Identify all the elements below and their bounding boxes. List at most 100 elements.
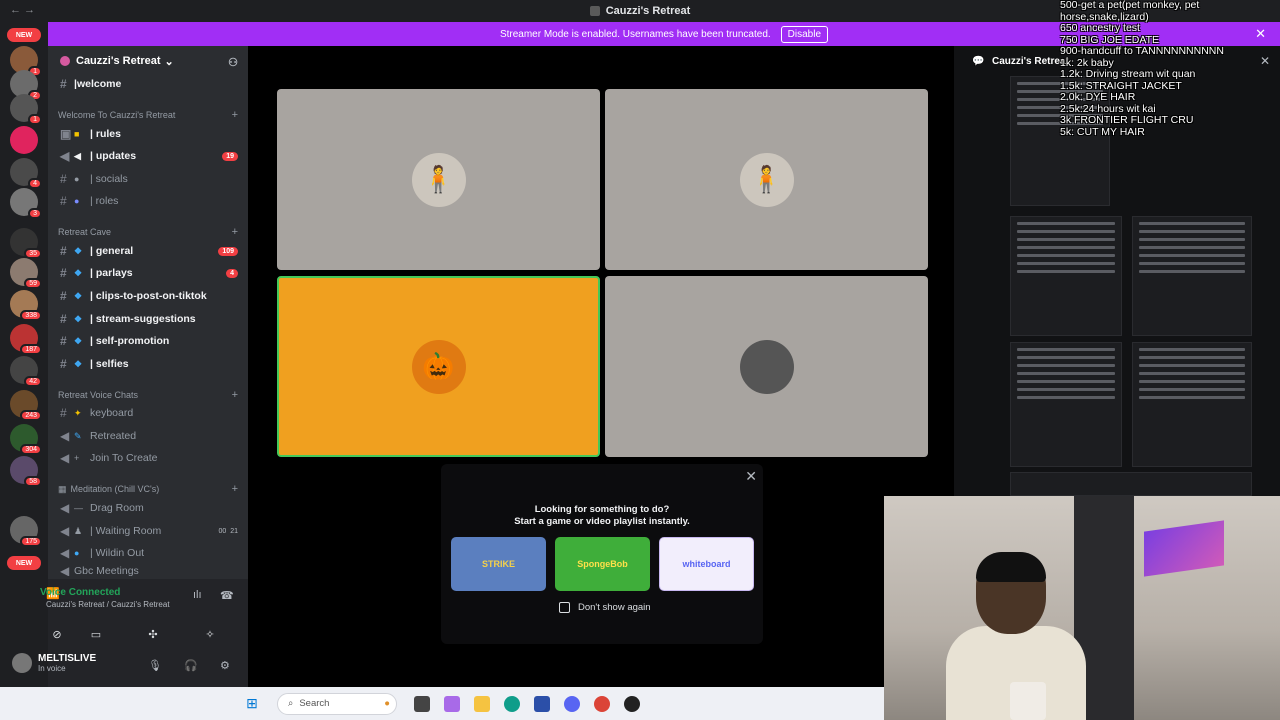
dont-show-again-checkbox[interactable]: Don't show again [559,602,651,613]
speaker-icon: ◀ [60,451,70,465]
headphones-icon[interactable]: 🎧 [184,659,198,672]
image-attachment[interactable] [1010,216,1122,336]
cup [1010,682,1046,720]
copilot-icon[interactable] [444,695,460,712]
channel-updates[interactable]: ◀ ◀ | updates 19 [60,146,240,166]
taskbar-search[interactable]: ⌕ Search ● [277,692,397,715]
server-icon[interactable]: 3 [10,188,42,219]
channel-label: | general [90,245,134,257]
voice-channel-retreated[interactable]: ◀ ✎ Retreated [60,426,240,446]
channel-selfies[interactable]: # ❖ | selfies [60,354,240,374]
category-voice-chats[interactable]: Retreat Voice Chats + [58,389,240,401]
plus-icon: + [74,453,80,463]
goal-line: 500-get a pet(pet monkey, pet horse,snak… [1060,0,1200,23]
server-icon[interactable]: 42 [10,356,42,387]
activities-button[interactable]: ✣ [132,623,174,645]
user-area[interactable]: MELTISLIVE In voice [12,653,96,673]
add-channel-icon[interactable]: + [232,226,238,238]
server-icon[interactable]: 243 [10,390,42,421]
category-label: Meditation (Chill VC's) [70,484,160,494]
unread-badge: 109 [218,246,238,256]
add-channel-icon[interactable]: + [232,483,238,495]
activity-card-strike[interactable]: STRIKE [451,537,546,591]
voice-channel-wildin-out[interactable]: ◀ ● | Wildin Out [60,543,240,563]
hash-icon: # [60,77,67,91]
unread-badge: 4 [226,268,238,278]
server-icon[interactable]: 1 [10,94,42,125]
chrome-icon[interactable] [594,695,610,712]
category-welcome[interactable]: Welcome To Cauzzi's Retreat + [58,109,240,121]
category-retreat-cave[interactable]: Retreat Cave + [58,226,240,238]
channel-roles[interactable]: # ● | roles [60,191,240,211]
edge-icon[interactable] [504,695,520,712]
hash-icon: # [60,266,67,280]
close-icon[interactable]: ✕ [745,468,757,485]
channel-stream-suggestions[interactable]: # ❖ | stream-suggestions [60,309,240,329]
add-member-icon[interactable]: ⚇ [228,56,238,69]
nav-arrows[interactable]: ← → [10,4,35,16]
voice-location: Cauzzi's Retreat / Cauzzi's Retreat [46,600,170,609]
channel-clips[interactable]: # ❖ | clips-to-post-on-tiktok [60,286,240,306]
speaker-icon: ◀ [60,501,70,515]
windows-start-icon[interactable]: ⊞ [244,695,260,712]
channel-welcome[interactable]: # |welcome [60,74,240,94]
server-icon[interactable]: 175 [10,516,42,547]
activity-card-spongebob[interactable]: SpongeBob [555,537,650,591]
soundboard-icon[interactable]: ılı [193,589,202,601]
image-attachment[interactable] [1132,342,1252,467]
mention-badge: 42 [24,376,42,387]
guild-header[interactable]: Cauzzi's Retreat ⌄ ⚇ [48,46,248,76]
activity-subheading: Start a game or video playlist instantly… [514,516,690,527]
screen-share-button[interactable]: ▭ [75,623,117,645]
activity-card-whiteboard[interactable]: whiteboard [659,537,754,591]
channel-socials[interactable]: # ● | socials [60,169,240,189]
video-tile[interactable]: 🧍 [605,89,928,270]
disable-button[interactable]: Disable [780,25,829,43]
voice-channel-drag-room[interactable]: ◀ — Drag Room [60,498,240,518]
server-icon[interactable]: 304 [10,424,42,455]
settings-icon[interactable]: ⚙ [220,659,230,672]
server-icon-selected[interactable] [10,126,38,154]
participant-avatar: 🎃 [411,339,466,394]
task-view-icon[interactable] [414,695,430,712]
voice-channel-waiting-room[interactable]: ◀ ♟ | Waiting Room 00 21 [60,521,240,541]
category-meditation[interactable]: ▦ Meditation (Chill VC's) + [58,483,240,495]
panel-title: Cauzzi's Retreat [992,56,1069,67]
video-tile[interactable]: 🧍 [277,89,600,270]
channel-rules[interactable]: ▣ ■ | rules [60,124,240,144]
add-channel-icon[interactable]: + [232,109,238,121]
image-attachment[interactable] [1132,216,1252,336]
background-tv [1144,520,1224,577]
server-icon[interactable]: 338 [10,290,42,321]
mention-badge: 243 [20,410,42,421]
image-attachment[interactable] [1010,342,1122,467]
disconnect-icon[interactable]: ☎ [220,589,234,602]
camera-off-button[interactable]: ⊘ [36,623,78,645]
store-icon[interactable] [534,695,550,712]
voice-channel-join-to-create[interactable]: ◀ + Join To Create [60,448,240,468]
checkbox-icon[interactable] [559,602,570,613]
server-icon[interactable]: 4 [10,158,42,189]
image-attachment[interactable] [1010,472,1252,496]
channel-self-promotion[interactable]: # ❖ | self-promotion [60,331,240,351]
server-icon[interactable]: 58 [10,456,42,487]
soundboard-button[interactable]: ✧ [189,623,231,645]
channel-parlays[interactable]: # ❖ | parlays 4 [60,263,240,283]
channel-general[interactable]: # ❖ | general 109 [60,241,240,261]
server-icon[interactable]: 187 [10,324,42,355]
video-tile[interactable] [605,276,928,457]
channel-keyboard[interactable]: # ✦ keyboard [60,403,240,423]
voice-channel-gbc[interactable]: ◀ Gbc Meetings [60,566,240,576]
microphone-icon[interactable]: 🎙 [148,659,162,672]
server-icon[interactable]: 59 [10,258,42,289]
add-channel-icon[interactable]: + [232,389,238,401]
emoji-icon: ● [74,174,80,184]
video-tile-speaking[interactable]: 🎃 [277,276,600,457]
hash-icon: # [60,357,67,371]
obs-icon[interactable] [624,695,640,712]
avatar[interactable] [12,653,32,673]
server-icon[interactable]: 35 [10,228,42,259]
file-explorer-icon[interactable] [474,695,490,712]
discord-icon[interactable] [564,695,580,712]
participant-avatar: 🧍 [739,152,794,207]
